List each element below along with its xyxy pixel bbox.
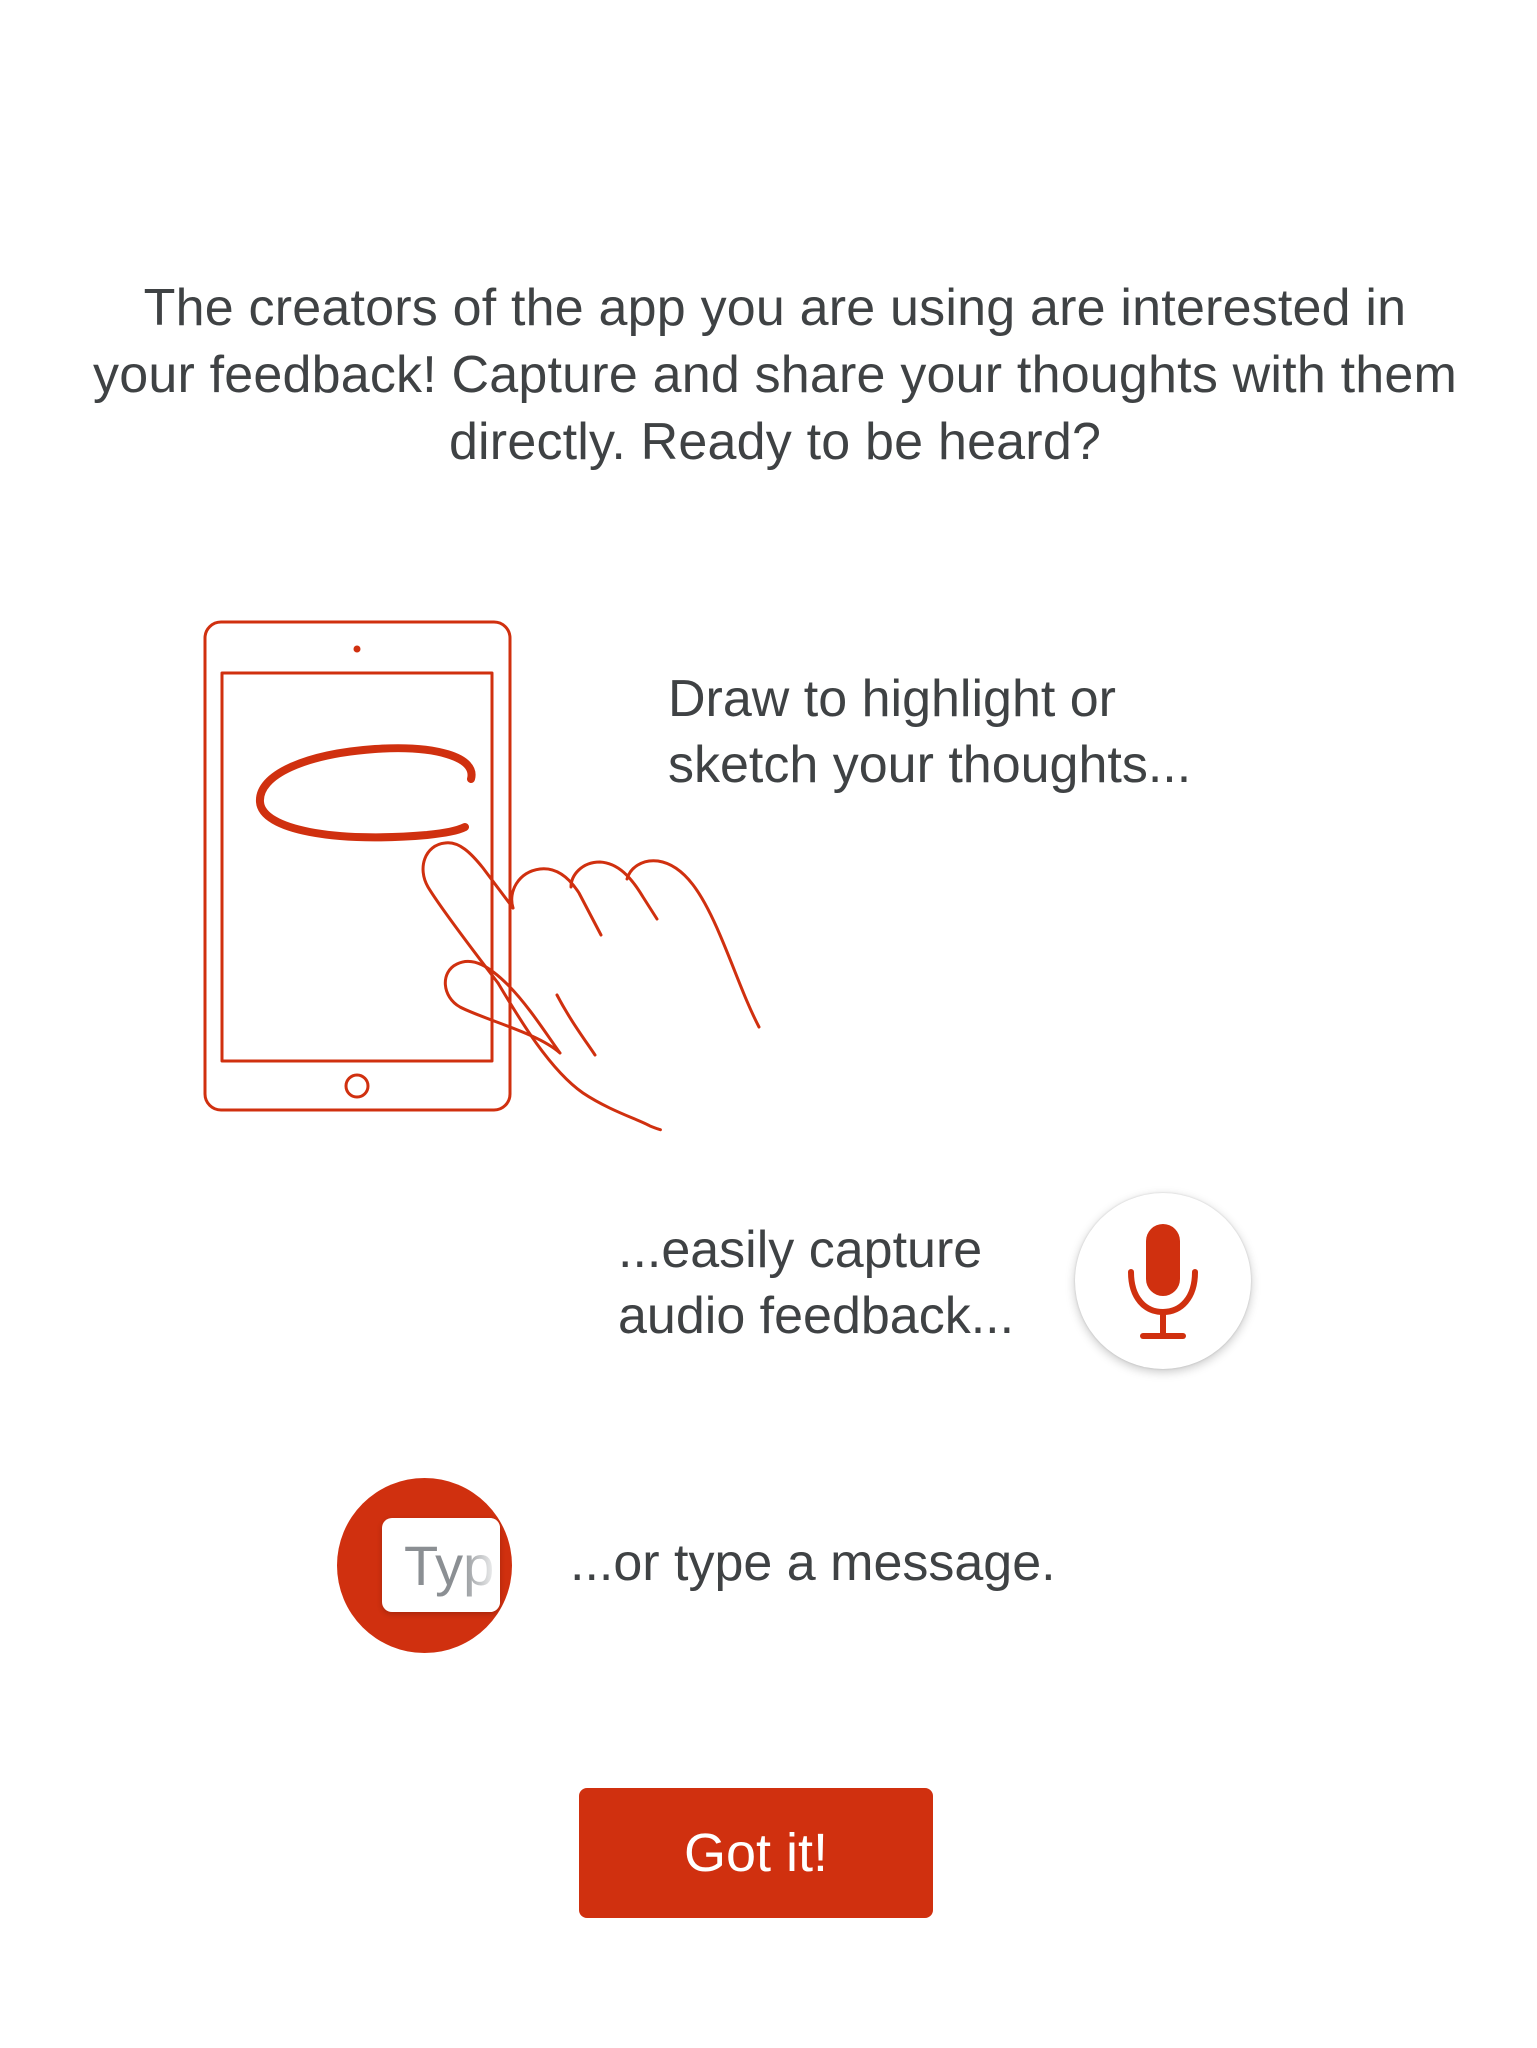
- draw-feature-text: Draw to highlight or sketch your thought…: [668, 666, 1368, 798]
- audio-feature-line2: audio feedback...: [618, 1287, 1015, 1345]
- microphone-badge: [1075, 1193, 1251, 1369]
- draw-feature-line1: Draw to highlight or: [668, 670, 1116, 728]
- audio-feature-line1: ...easily capture: [618, 1221, 983, 1279]
- text-field-icon: Typ: [382, 1518, 500, 1612]
- intro-text: The creators of the app you are using ar…: [93, 279, 1457, 471]
- message-feature-text: ...or type a message.: [570, 1534, 1056, 1592]
- got-it-button[interactable]: Got it!: [579, 1788, 933, 1918]
- draw-feature-line2: sketch your thoughts...: [668, 736, 1192, 794]
- audio-feature-text: ...easily capture audio feedback...: [618, 1217, 1078, 1349]
- microphone-icon: [1128, 1224, 1198, 1339]
- text-field-badge: Typ: [337, 1478, 512, 1653]
- text-fade-overlay: [460, 1518, 500, 1612]
